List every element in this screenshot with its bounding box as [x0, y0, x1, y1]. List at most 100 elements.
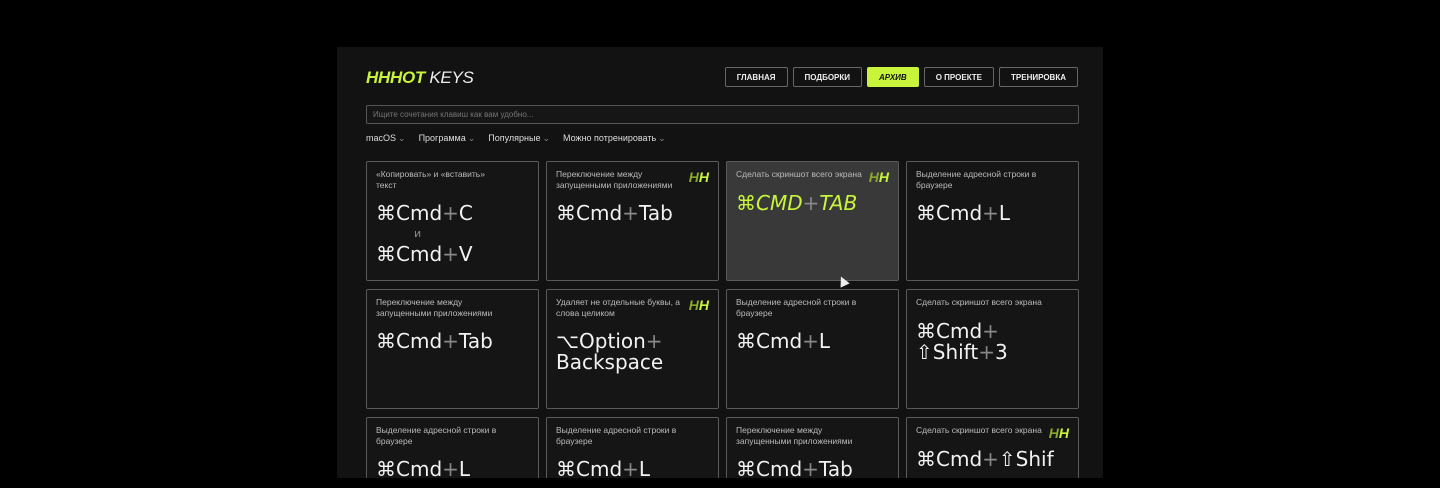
card-description: Удаляет не отдельные буквы, а слова цели… [556, 297, 681, 318]
hotkey-card[interactable]: Удаляет не отдельные буквы, а слова цели… [546, 289, 719, 409]
plus-sign: + [802, 457, 819, 481]
hotkey-card[interactable]: Выделение адресной строки в браузере ⌘Cmd… [366, 417, 539, 480]
hotkey-card[interactable]: Переключение между запущенными приложени… [366, 289, 539, 409]
combo-line: ⌘Cmd+Tab [736, 459, 889, 480]
key-label: ⇧Shift [916, 339, 979, 364]
card-description: Переключение между запущенными приложени… [736, 425, 853, 446]
logo-text: KEYS [424, 68, 474, 87]
key-label: ⌘Cmd [556, 457, 623, 481]
key-label: ⌘Cmd [556, 201, 623, 225]
nav-1[interactable]: ПОДБОРКИ [792, 67, 863, 87]
key-combo: ⌘Cmd+L [916, 203, 1069, 224]
plus-sign: + [802, 190, 820, 215]
nav-4[interactable]: ТРЕНИРОВКА [999, 67, 1078, 87]
hotkey-card[interactable]: «Копировать» и «вставить» текст ⌘Cmd+C и ⌘C… [366, 161, 539, 281]
hotkey-card[interactable]: Сделать скриншот всего экрана ⌘Cmd+ ⇧Shift… [906, 289, 1079, 409]
key-combo: ⌘CMD+TAB [736, 190, 889, 215]
key-label: TAB [819, 190, 858, 215]
plus-sign: + [802, 329, 819, 353]
key-combo: ⌘Cmd+Tab [556, 203, 709, 224]
hotkey-card[interactable]: Выделение адресной строки в браузере ⌘Cmd… [546, 417, 719, 480]
filter-label: Программа [418, 133, 466, 143]
combo-line: ⌥Option+ Backspace [556, 331, 709, 373]
logo-mark: HH [366, 68, 390, 87]
key-label: L [998, 201, 1011, 225]
card-description: Сделать скриншот всего экрана [736, 169, 862, 179]
hh-logo-icon: HH [688, 169, 709, 185]
main-nav: ГЛАВНАЯ ПОДБОРКИ АРХИВ О ПРОЕКТЕ ТРЕНИРОВКА [724, 67, 1078, 87]
key-combo: ⌘Cmd+Tab [376, 331, 529, 352]
combo-line: ⌘Cmd+L [736, 331, 889, 352]
card-description: Выделение адресной строки в браузере [916, 169, 1037, 190]
plus-sign: + [622, 201, 639, 225]
card-description: «Копировать» и «вставить» текст [376, 169, 485, 190]
hotkey-card[interactable]: Выделение адресной строки в браузере ⌘Cmd… [726, 289, 899, 409]
filter-bar: macOS ⌄ Программа ⌄ Популярные ⌄ Можно потрени… [366, 133, 666, 144]
key-combo: ⌥Option+ Backspace [556, 331, 709, 373]
plus-sign: + [982, 201, 999, 225]
filter-1[interactable]: Программа ⌄ [419, 133, 476, 144]
key-combo: ⌘Cmd+ ⇧Shift+3 [916, 320, 1069, 364]
hotkey-card[interactable]: Переключение между запущенными приложени… [726, 417, 899, 480]
chevron-down-icon: ⌄ [398, 133, 406, 143]
hh-logo-icon: HH [868, 169, 889, 185]
hotkey-card[interactable]: Сделать скриншот всего экрана HH ⌘CMD+TAB [726, 161, 899, 281]
card-description: Выделение адресной строки в браузере [736, 297, 857, 318]
filter-3[interactable]: Можно потренировать ⌄ [563, 133, 666, 144]
filter-label: Можно потренировать [563, 133, 657, 143]
search-input[interactable] [366, 105, 1079, 124]
hotkey-card[interactable]: Переключение между запущенными приложени… [546, 161, 719, 281]
key-label: ⌘Cmd [376, 329, 443, 353]
combo-line: ⌘Cmd+⇧Shif [916, 446, 1069, 471]
filter-label: Популярные [488, 133, 541, 143]
key-label: ⌘Cmd [916, 446, 983, 471]
key-combo: ⌘Cmd+L [736, 331, 889, 352]
key-label: ⌘Cmd [736, 457, 803, 481]
hotkey-card[interactable]: Выделение адресной строки в браузере ⌘Cmd… [906, 161, 1079, 281]
combo-line: ⌘Cmd+ ⇧Shift+3 [916, 320, 1069, 364]
card-description: Сделать скриншот всего экрана [916, 297, 1042, 307]
combo-line: ⌘CMD+TAB [736, 190, 889, 215]
key-label: ⌘Cmd [376, 201, 443, 225]
plus-sign: + [442, 201, 459, 225]
key-label: ⌘CMD [736, 190, 803, 215]
app-panel: HHHOT KEYS ГЛАВНАЯ ПОДБОРКИ АРХИВ О ПРОЕКТЕ… [337, 47, 1103, 480]
combo-line: ⌘Cmd+V [376, 244, 529, 265]
combo-line: ⌘Cmd+L [916, 203, 1069, 224]
key-combo: ⌘Cmd+C и ⌘Cmd+V [376, 203, 529, 265]
key-label: ⌘Cmd [376, 242, 443, 266]
plus-sign: + [442, 242, 459, 266]
key-label: L [818, 329, 831, 353]
key-combo: ⌘Cmd+L [556, 459, 709, 480]
chevron-down-icon: ⌄ [658, 133, 666, 143]
key-combo: ⌘Cmd+Tab [736, 459, 889, 480]
logo[interactable]: HHHOT KEYS [366, 68, 474, 88]
chevron-down-icon: ⌄ [542, 133, 551, 143]
combo-line: ⌘Cmd+Tab [556, 203, 709, 224]
combo-joiner: и [414, 227, 422, 240]
filter-0[interactable]: macOS ⌄ [366, 133, 406, 144]
nav-2[interactable]: АРХИВ [867, 67, 919, 87]
key-label: Backspace [556, 350, 664, 374]
filter-2[interactable]: Популярные ⌄ [488, 133, 550, 144]
key-label: V [458, 242, 473, 266]
key-label: Tab [638, 201, 673, 225]
key-label: ⌘Cmd [736, 329, 803, 353]
card-description: Сделать скриншот всего экрана [916, 425, 1042, 435]
combo-line: ⌘Cmd+C [376, 203, 529, 224]
key-combo: ⌘Cmd+L [376, 459, 529, 480]
combo-line: ⌘Cmd+L [556, 459, 709, 480]
chevron-down-icon: ⌄ [467, 133, 476, 143]
nav-0[interactable]: ГЛАВНАЯ [724, 67, 788, 87]
nav-3[interactable]: О ПРОЕКТЕ [923, 67, 995, 87]
card-description: Переключение между запущенными приложени… [376, 297, 493, 318]
key-label: L [638, 457, 651, 481]
card-description: Выделение адресной строки в браузере [556, 425, 677, 446]
key-label: Tab [818, 457, 853, 481]
hotkey-grid: «Копировать» и «вставить» текст ⌘Cmd+C и ⌘C… [366, 161, 1079, 480]
hh-logo-icon: HH [688, 297, 709, 313]
key-label: ⇧Shif [998, 446, 1054, 471]
plus-sign: + [622, 457, 639, 481]
hotkey-card[interactable]: Сделать скриншот всего экрана HH ⌘Cmd+⇧Shi… [906, 417, 1079, 478]
plus-sign: + [978, 339, 995, 364]
